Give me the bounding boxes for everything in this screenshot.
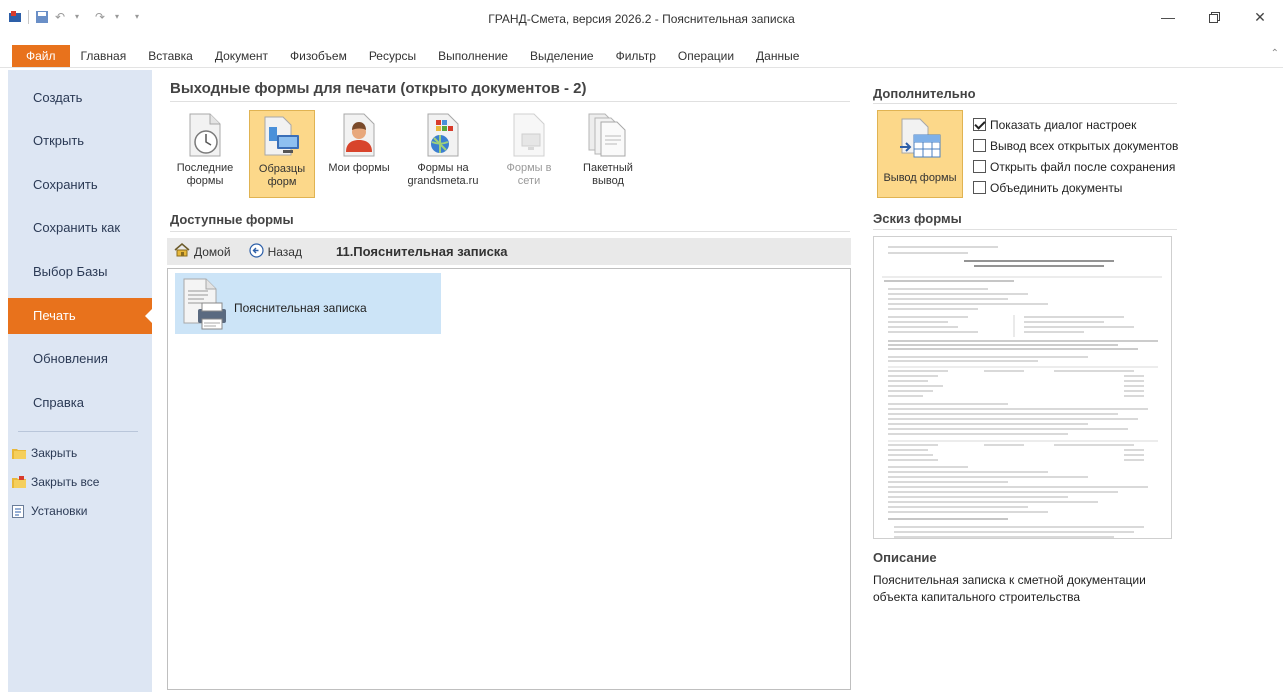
tab-data[interactable]: Данные [745, 45, 810, 67]
nav-updates[interactable]: Обновления [8, 341, 152, 377]
title-divider [170, 101, 850, 102]
description-text: Пояснительная записка к сметной документ… [873, 573, 1146, 604]
option-output-all-documents[interactable]: Вывод всех открытых документов [973, 135, 1178, 156]
home-label: Домой [194, 244, 231, 259]
window-controls: — ✕ [1145, 0, 1283, 34]
batch-output-icon [585, 112, 631, 158]
form-preview-thumbnail [873, 236, 1172, 539]
gallery-batch-output-label: Пакетный вывод [583, 162, 633, 187]
page-title: Выходные формы для печати (открыто докум… [170, 80, 587, 97]
print-document-icon [178, 275, 230, 336]
nav-separator [18, 431, 138, 432]
back-arrow-icon [248, 242, 264, 261]
tab-filter[interactable]: Фильтр [605, 45, 667, 67]
option-show-settings-dialog[interactable]: Показать диалог настроек [973, 114, 1178, 135]
option-label: Объединить документы [990, 180, 1123, 195]
section-divider [170, 231, 850, 232]
extra-divider [873, 103, 1177, 104]
gallery-batch-output[interactable]: Пакетный вывод [575, 110, 641, 198]
ribbon-collapse-icon[interactable]: ⌃ [1271, 48, 1279, 59]
forms-list: Пояснительная записка [167, 268, 851, 690]
breadcrumb: Домой Назад 11.Пояснительная записка [167, 238, 851, 265]
home-button[interactable]: Домой [174, 243, 231, 260]
output-table-icon [896, 117, 944, 164]
nav-settings-label: Установки [31, 504, 88, 518]
back-label: Назад [267, 244, 302, 259]
tab-document[interactable]: Документ [204, 45, 279, 67]
gallery-recent-forms-label: Последние формы [176, 162, 234, 187]
user-document-icon [336, 112, 382, 158]
tab-execution[interactable]: Выполнение [427, 45, 519, 67]
gallery-network-forms[interactable]: Формы в сети [494, 110, 564, 198]
tab-home[interactable]: Главная [70, 45, 138, 67]
web-forms-icon [420, 112, 466, 158]
option-open-after-save[interactable]: Открыть файл после сохранения [973, 156, 1178, 177]
window-title: ГРАНД-Смета, версия 2026.2 - Пояснительн… [488, 12, 795, 26]
document-thumbnail-icon [882, 246, 1162, 538]
tab-operations[interactable]: Операции [667, 45, 745, 67]
nav-save[interactable]: Сохранить [8, 167, 152, 203]
ribbon-tabs: Файл Главная Вставка Документ Физобъем Р… [0, 44, 1283, 68]
folder-close-all-icon [12, 476, 26, 488]
nav-close-all[interactable]: Закрыть все [12, 472, 99, 492]
available-forms-title: Доступные формы [170, 212, 294, 227]
nav-close-all-label: Закрыть все [31, 475, 100, 489]
folder-close-icon [12, 447, 26, 459]
title-bar: ↶ ▾ ↷ ▾ ▾ ГРАНД-Смета, версия 2026.2 - П… [0, 0, 1283, 40]
output-options: Показать диалог настроек Вывод всех откр… [973, 114, 1178, 198]
checkbox-checked[interactable] [973, 118, 986, 131]
restore-button[interactable] [1191, 0, 1237, 34]
checkbox-unchecked[interactable] [973, 160, 986, 173]
gallery-my-forms-label: Мои формы [328, 162, 390, 174]
tab-insert[interactable]: Вставка [137, 45, 204, 67]
settings-page-icon [12, 505, 26, 518]
tab-file[interactable]: Файл [12, 44, 70, 67]
sample-forms-icon [259, 113, 305, 159]
list-item[interactable]: Пояснительная записка [175, 273, 441, 334]
list-item-label: Пояснительная записка [234, 301, 367, 315]
gallery-web-forms-label: Формы на grandsmeta.ru [407, 162, 479, 187]
home-icon [174, 243, 190, 260]
nav-open[interactable]: Открыть [8, 123, 152, 159]
extra-options-title: Дополнительно [873, 86, 976, 101]
preview-title: Эскиз формы [873, 211, 962, 226]
nav-settings[interactable]: Установки [12, 501, 87, 521]
backstage-nav: Создать Открыть Сохранить Сохранить как … [8, 70, 153, 692]
gallery-recent-forms[interactable]: Последние формы [172, 110, 238, 198]
breadcrumb-path: 11.Пояснительная записка [335, 244, 508, 259]
gallery-my-forms[interactable]: Мои формы [326, 110, 392, 198]
form-source-gallery: Последние формы Образцы форм Мои формы Ф… [172, 110, 652, 198]
option-merge-documents[interactable]: Объединить документы [973, 177, 1178, 198]
tab-resources[interactable]: Ресурсы [358, 45, 427, 67]
tab-selection[interactable]: Выделение [519, 45, 605, 67]
gallery-sample-forms-label: Образцы форм [258, 163, 306, 188]
close-button[interactable]: ✕ [1237, 0, 1283, 34]
nav-select-database[interactable]: Выбор Базы [8, 254, 152, 290]
nav-print[interactable]: Печать [8, 298, 153, 334]
option-label: Открыть файл после сохранения [990, 159, 1176, 174]
checkbox-unchecked[interactable] [973, 181, 986, 194]
clock-document-icon [182, 112, 228, 158]
option-label: Вывод всех открытых документов [990, 138, 1179, 153]
tab-physical-volume[interactable]: Физобъем [279, 45, 358, 67]
nav-close-label: Закрыть [31, 446, 78, 460]
output-form-label: Вывод формы [883, 172, 957, 184]
checkbox-unchecked[interactable] [973, 139, 986, 152]
output-form-button[interactable]: Вывод формы [877, 110, 963, 198]
description-title: Описание [873, 550, 937, 565]
minimize-button[interactable]: — [1145, 0, 1191, 34]
nav-help[interactable]: Справка [8, 385, 152, 421]
preview-divider [873, 229, 1177, 230]
option-label: Показать диалог настроек [990, 117, 1137, 132]
gallery-sample-forms[interactable]: Образцы форм [249, 110, 315, 198]
gallery-network-forms-label: Формы в сети [506, 162, 552, 187]
gallery-web-forms[interactable]: Формы на grandsmeta.ru [403, 110, 483, 198]
network-forms-icon [506, 112, 552, 158]
nav-close[interactable]: Закрыть [12, 443, 77, 463]
back-button[interactable]: Назад [248, 242, 302, 261]
nav-create[interactable]: Создать [8, 80, 152, 116]
nav-save-as[interactable]: Сохранить как [8, 210, 152, 246]
